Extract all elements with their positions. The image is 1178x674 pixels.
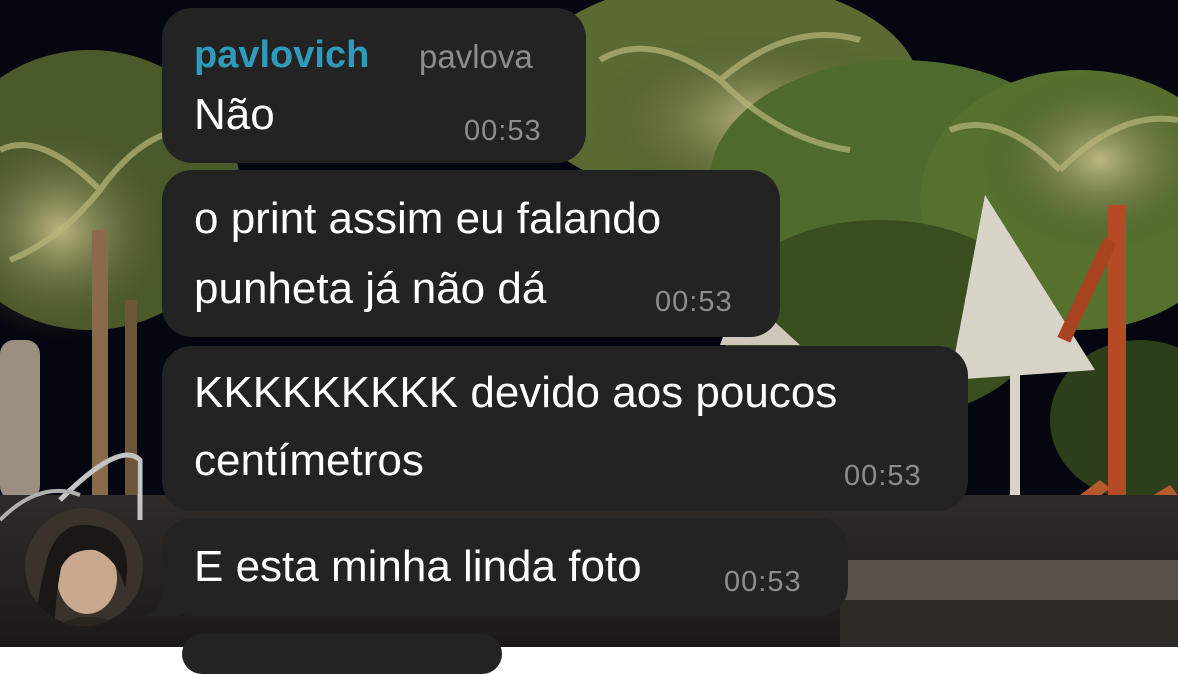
message-text: E esta minha linda foto: [194, 542, 642, 591]
message-bubble-1[interactable]: pavlovich pavlova Não 00:53: [162, 8, 586, 163]
message-bubble-partial[interactable]: [182, 634, 502, 674]
message-text-line-2: punheta já não dá: [194, 264, 547, 313]
message-time: 00:53: [655, 286, 733, 318]
message-bubble-2[interactable]: o print assim eu falando punheta já não …: [162, 170, 780, 337]
message-text-line-2: centímetros: [194, 436, 424, 485]
message-bubble-4[interactable]: E esta minha linda foto 00:53: [162, 518, 848, 616]
bubble-tail: [146, 578, 180, 616]
message-text: Não: [194, 90, 275, 139]
message-text-line-1: o print assim eu falando: [194, 194, 662, 243]
message-bubble-3[interactable]: KKKKKKKKK devido aos poucos centímetros …: [162, 346, 968, 511]
sender-handle: pavlova: [419, 38, 533, 75]
message-time: 00:53: [464, 115, 542, 147]
message-time: 00:53: [724, 566, 802, 598]
user-avatar[interactable]: [25, 508, 143, 626]
message-time: 00:53: [844, 460, 922, 492]
avatar-photo-icon: [25, 508, 143, 626]
message-text-line-1: KKKKKKKKK devido aos poucos: [194, 368, 838, 417]
sender-name[interactable]: pavlovich: [194, 34, 369, 77]
